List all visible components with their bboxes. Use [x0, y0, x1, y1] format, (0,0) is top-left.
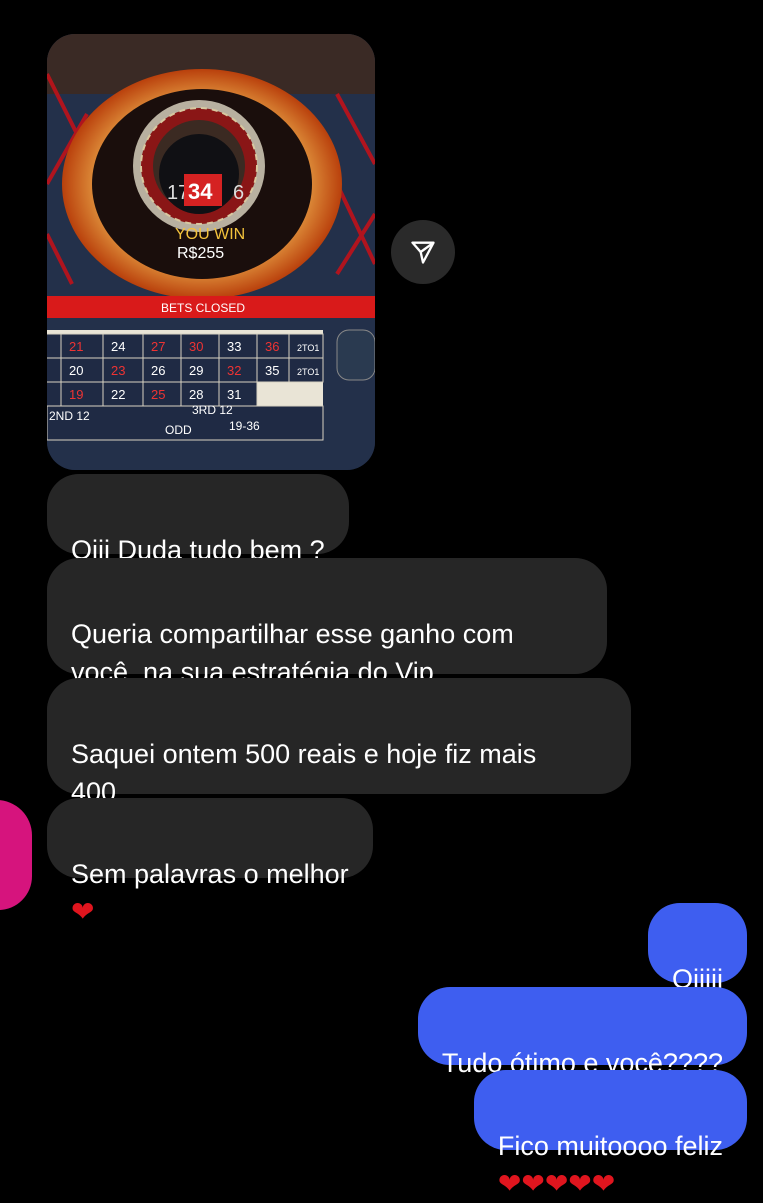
- win-amount: R$255: [177, 245, 224, 262]
- wheel-number-center: 34: [188, 179, 213, 204]
- table-cell-label: 23: [111, 363, 125, 378]
- table-cell-label: 28: [189, 387, 203, 402]
- table-cell-label: 21: [69, 339, 83, 354]
- table-cell: [47, 333, 62, 359]
- message-text: Sem palavras o melhor: [71, 859, 349, 889]
- wheel-number-right: 6: [233, 182, 244, 204]
- sender-avatar[interactable]: [0, 800, 32, 910]
- message-bubble-outgoing[interactable]: Tudo ótimo e você????: [417, 987, 747, 1078]
- table-cell-label: 25: [151, 387, 165, 402]
- message-bubble-incoming[interactable]: Oiii Duda tudo bem ?: [47, 474, 349, 565]
- table-cell: [47, 357, 62, 383]
- table-outside-label: 2ND 12: [49, 409, 90, 423]
- table-outside-label: 19-36: [229, 419, 260, 433]
- win-text: YOU WIN: [175, 226, 245, 243]
- table-cell-label: 22: [111, 387, 125, 402]
- heart-emoji-icon: ❤: [71, 895, 95, 928]
- table-cell-label: 31: [227, 387, 241, 402]
- table-cell-label: 33: [227, 339, 241, 354]
- table-outside-label: 3RD 12: [192, 403, 233, 417]
- bets-closed-banner: BETS CLOSED: [161, 301, 245, 315]
- table-cell-label: 30: [189, 339, 203, 354]
- table-cell-label: 35: [265, 363, 279, 378]
- table-cell-label: 24: [111, 339, 125, 354]
- message-text: Saquei ontem 500 reais e hoje fiz mais 4…: [71, 739, 537, 807]
- message-text: Fico muitoooo feliz: [497, 1131, 723, 1161]
- table-cell-label: 27: [151, 339, 165, 354]
- message-bubble-outgoing[interactable]: Oiiiii: [648, 903, 747, 994]
- table-outside-label: ODD: [165, 423, 192, 437]
- table-cell: [47, 381, 62, 407]
- table-cell-label: 29: [189, 363, 203, 378]
- table-cell-label: 20: [69, 363, 83, 378]
- table-cell-label: 2TO1: [297, 343, 319, 353]
- message-bubble-outgoing[interactable]: Fico muitoooo feliz ❤❤❤❤❤: [473, 1070, 747, 1200]
- paper-plane-icon: [411, 241, 435, 264]
- message-text: Queria compartilhar esse ganho com você,…: [71, 619, 514, 687]
- table-cell-label: 36: [265, 339, 279, 354]
- roulette-photo[interactable]: 17 34 6 YOU WIN R$255 BETS CLOSED 321242…: [47, 34, 375, 470]
- message-bubble-incoming[interactable]: Queria compartilhar esse ganho com você,…: [47, 558, 607, 726]
- heart-emoji-icon: ❤❤❤❤❤: [497, 1167, 616, 1200]
- table-cell-label: 32: [227, 363, 241, 378]
- message-bubble-incoming[interactable]: Sem palavras o melhor ❤: [47, 798, 373, 928]
- share-button[interactable]: [391, 220, 455, 284]
- table-cell-label: 2TO1: [297, 367, 319, 377]
- table-cell-label: 26: [151, 363, 165, 378]
- table-cell-label: 19: [69, 387, 83, 402]
- message-bubble-incoming[interactable]: Saquei ontem 500 reais e hoje fiz mais 4…: [47, 678, 631, 807]
